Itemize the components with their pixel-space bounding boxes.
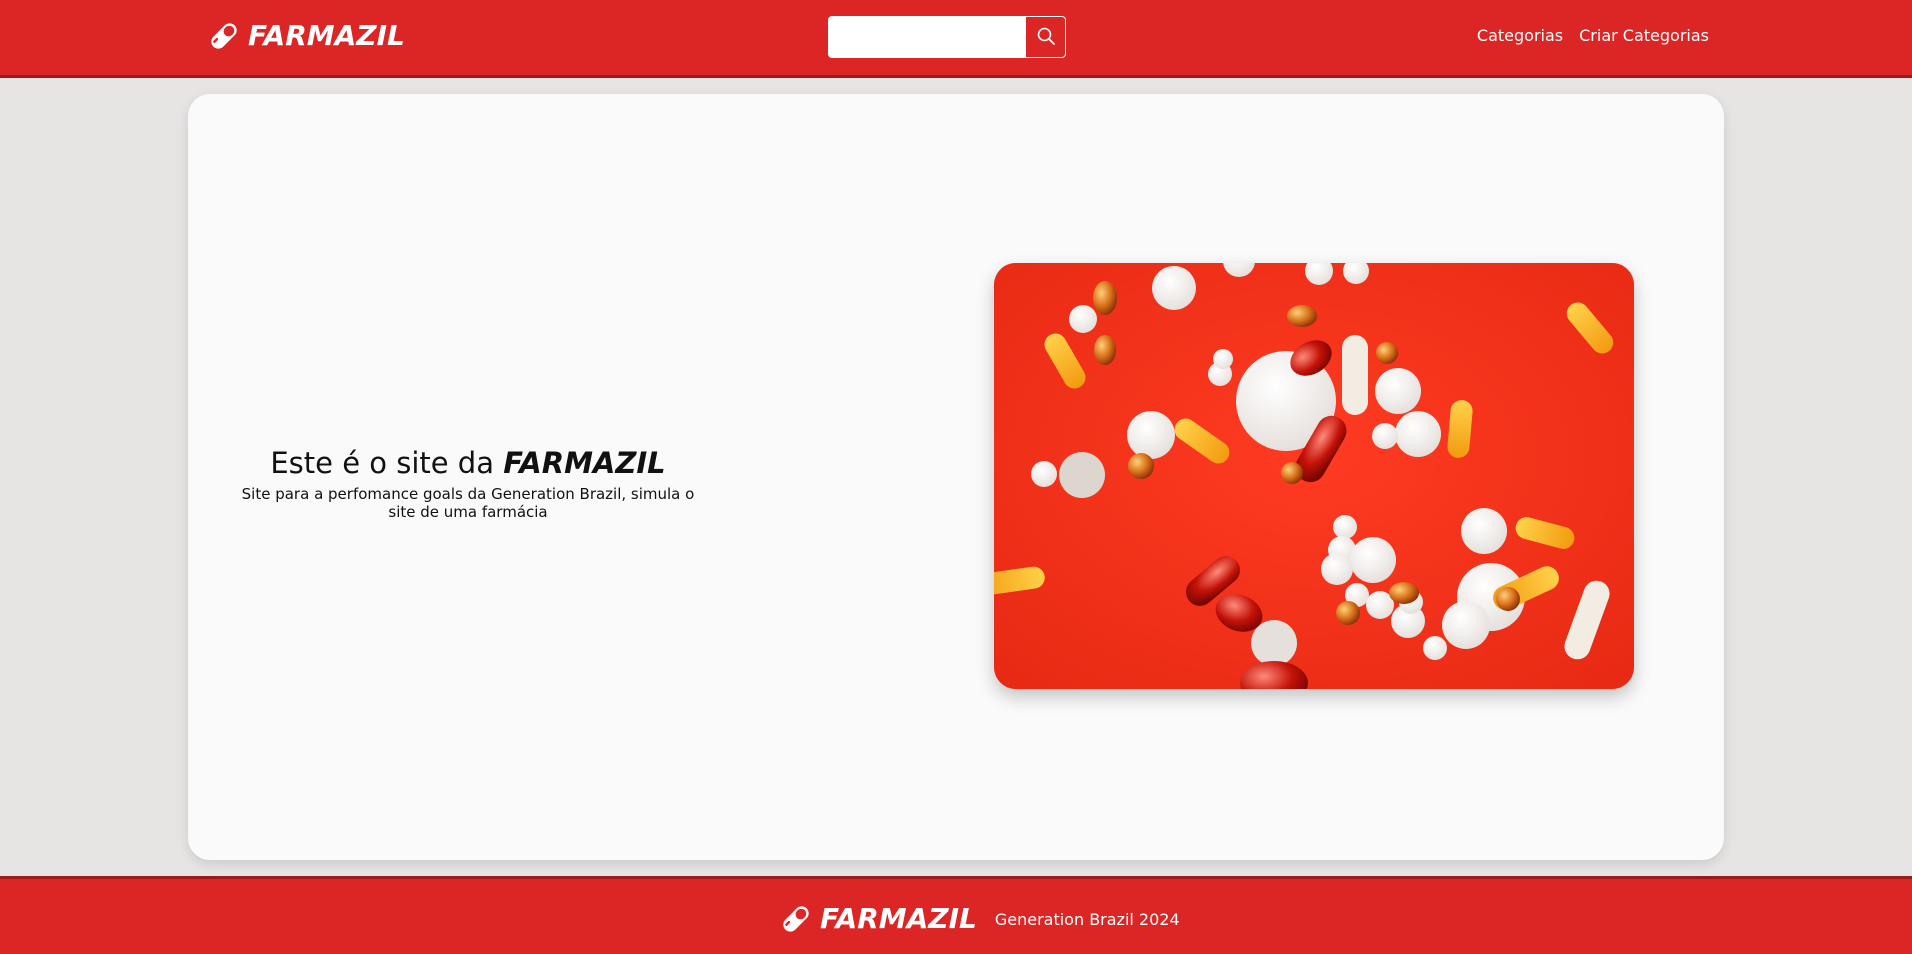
nav-link-categorias[interactable]: Categorias <box>1477 26 1563 45</box>
hero-text: Este é o site da FARMAZIL Site para a pe… <box>238 446 698 521</box>
site-footer: FARMAZIL Generation Brazil 2024 <box>0 876 1912 954</box>
search-input[interactable] <box>828 16 1026 58</box>
hero-title-prefix: Este é o site da <box>270 446 494 480</box>
site-header: FARMAZIL Categorias Criar Categorias <box>0 0 1912 78</box>
footer-copyright: Generation Brazil 2024 <box>994 909 1180 929</box>
nav-link-criar-categorias[interactable]: Criar Categorias <box>1579 26 1709 45</box>
pill-icon <box>206 18 242 54</box>
search-form <box>828 16 1066 58</box>
hero-title: Este é o site da FARMAZIL <box>238 446 698 481</box>
hero-subtitle: Site para a perfomance goals da Generati… <box>241 484 695 521</box>
search-icon <box>1036 26 1056 49</box>
search-button[interactable] <box>1026 16 1066 58</box>
header-logo-link[interactable]: FARMAZIL <box>206 18 405 54</box>
footer-logo-link[interactable]: FARMAZIL <box>778 901 977 937</box>
hero-pills-image <box>994 263 1634 689</box>
footer-content: FARMAZIL Generation Brazil 2024 <box>778 901 1180 937</box>
logo-text: FARMAZIL <box>248 19 405 52</box>
hero-card: Este é o site da FARMAZIL Site para a pe… <box>188 94 1724 860</box>
hero-title-brand: FARMAZIL <box>503 446 666 480</box>
main-nav: Categorias Criar Categorias <box>1477 26 1709 45</box>
pill-icon <box>778 901 814 937</box>
footer-logo-text: FARMAZIL <box>820 902 977 935</box>
